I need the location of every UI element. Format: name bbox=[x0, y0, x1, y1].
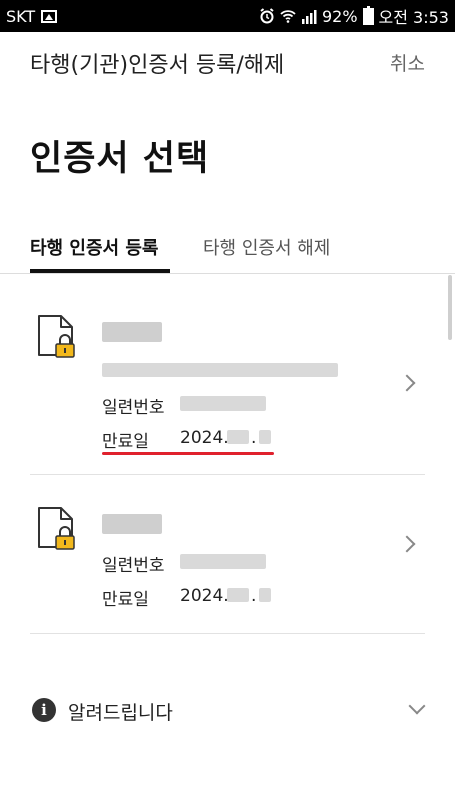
notice-label: 알려드립니다 bbox=[68, 702, 173, 724]
expiry-year: 2024. bbox=[180, 586, 229, 606]
tab-bar: 타행 인증서 등록 타행 인증서 해제 bbox=[0, 222, 455, 274]
gallery-notification-icon bbox=[41, 9, 58, 23]
redacted-serial-value bbox=[180, 554, 266, 569]
cancel-button[interactable]: 취소 bbox=[390, 49, 425, 76]
redacted-cert-name bbox=[102, 322, 162, 342]
certificate-item[interactable]: 일련번호 만료일 2024. . bbox=[30, 476, 425, 634]
battery-icon bbox=[362, 5, 374, 25]
info-icon: i bbox=[32, 698, 56, 722]
status-bar: SKT 92% 오전 3:53 bbox=[0, 0, 455, 32]
chevron-right-icon bbox=[398, 374, 416, 392]
expiry-label: 만료일 bbox=[102, 432, 149, 452]
highlight-underline bbox=[102, 452, 274, 455]
expiry-separator: . bbox=[251, 428, 257, 448]
battery-percent: 92% bbox=[321, 6, 358, 26]
clock: 오전 3:53 bbox=[378, 8, 449, 27]
notice-accordion[interactable]: i 알려드립니다 bbox=[30, 690, 426, 732]
active-tab-indicator bbox=[30, 269, 170, 273]
alarm-icon bbox=[260, 8, 274, 24]
expiry-label: 만료일 bbox=[102, 590, 149, 610]
redacted-expiry-day bbox=[259, 430, 271, 444]
serial-label: 일련번호 bbox=[102, 398, 165, 418]
locked-certificate-icon bbox=[38, 507, 75, 550]
chevron-right-icon bbox=[398, 535, 416, 553]
carrier-label: SKT bbox=[6, 6, 36, 26]
app-header: 타행(기관)인증서 등록/해제 취소 bbox=[0, 32, 455, 90]
redacted-cert-name bbox=[102, 514, 162, 534]
header-title: 타행(기관)인증서 등록/해제 bbox=[30, 53, 285, 78]
serial-label: 일련번호 bbox=[102, 556, 165, 576]
tab-unregister[interactable]: 타행 인증서 해제 bbox=[203, 234, 330, 260]
expiry-year: 2024. bbox=[180, 428, 229, 448]
certificate-item[interactable]: 일련번호 만료일 2024. . bbox=[30, 278, 425, 475]
redacted-expiry-month bbox=[227, 430, 249, 444]
locked-certificate-icon bbox=[38, 315, 75, 358]
redacted-serial-value bbox=[180, 396, 266, 411]
expiry-separator: . bbox=[251, 586, 257, 606]
wifi-icon bbox=[280, 10, 296, 23]
redacted-expiry-day bbox=[259, 588, 271, 602]
page-title: 인증서 선택 bbox=[30, 139, 210, 179]
redacted-cert-issuer bbox=[102, 363, 338, 377]
tab-register[interactable]: 타행 인증서 등록 bbox=[30, 234, 158, 260]
scrollbar[interactable] bbox=[448, 275, 452, 340]
chevron-down-icon bbox=[408, 697, 426, 715]
signal-icon bbox=[301, 9, 317, 24]
redacted-expiry-month bbox=[227, 588, 249, 602]
